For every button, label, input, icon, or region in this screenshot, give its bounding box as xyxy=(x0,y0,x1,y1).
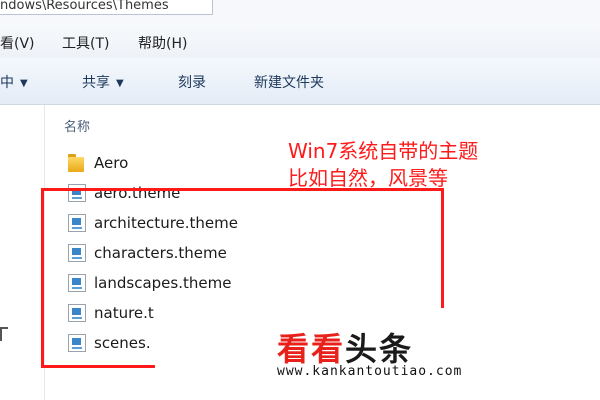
watermark-url: www.kankantoutiao.com xyxy=(277,364,463,379)
watermark-overlay: 看看头条 www.kankantoutiao.com xyxy=(155,308,600,400)
nav-item-fragment xyxy=(0,327,8,341)
address-bar: ndows\Resources\Themes xyxy=(0,0,600,25)
menu-help[interactable]: 帮助(H) xyxy=(138,33,187,53)
chevron-down-icon: ▼ xyxy=(20,78,28,89)
navigation-pane xyxy=(0,105,45,400)
menu-tools[interactable]: 工具(T) xyxy=(62,33,109,53)
new-folder-button[interactable]: 新建文件夹 xyxy=(254,72,324,92)
watermark-title-red: 看看 xyxy=(277,330,346,368)
name-column-header[interactable]: 名称 xyxy=(64,116,90,135)
watermark-title-black: 头条 xyxy=(345,330,414,368)
annotation-line-2: 比如自然，风景等 xyxy=(288,166,448,190)
burn-button[interactable]: 刻录 xyxy=(178,72,206,92)
folder-icon xyxy=(68,154,84,172)
chevron-down-icon: ▼ xyxy=(116,78,124,89)
annotation-text: Win7系统自带的主题 比如自然，风景等 xyxy=(288,138,478,192)
file-name: Aero xyxy=(94,154,129,172)
share-button[interactable]: 共享 ▼ xyxy=(82,72,124,92)
menu-view[interactable]: 看(V) xyxy=(0,33,35,53)
include-in-library-label: 中 xyxy=(0,75,14,91)
command-toolbar: 中 ▼ 共享 ▼ 刻录 新建文件夹 xyxy=(0,58,600,105)
annotation-line-1: Win7系统自带的主题 xyxy=(288,139,479,163)
include-in-library-button[interactable]: 中 ▼ xyxy=(0,72,28,92)
address-path-field[interactable]: ndows\Resources\Themes xyxy=(0,0,213,15)
share-label: 共享 xyxy=(82,75,110,91)
menu-bar: 看(V) 工具(T) 帮助(H) xyxy=(0,24,600,59)
